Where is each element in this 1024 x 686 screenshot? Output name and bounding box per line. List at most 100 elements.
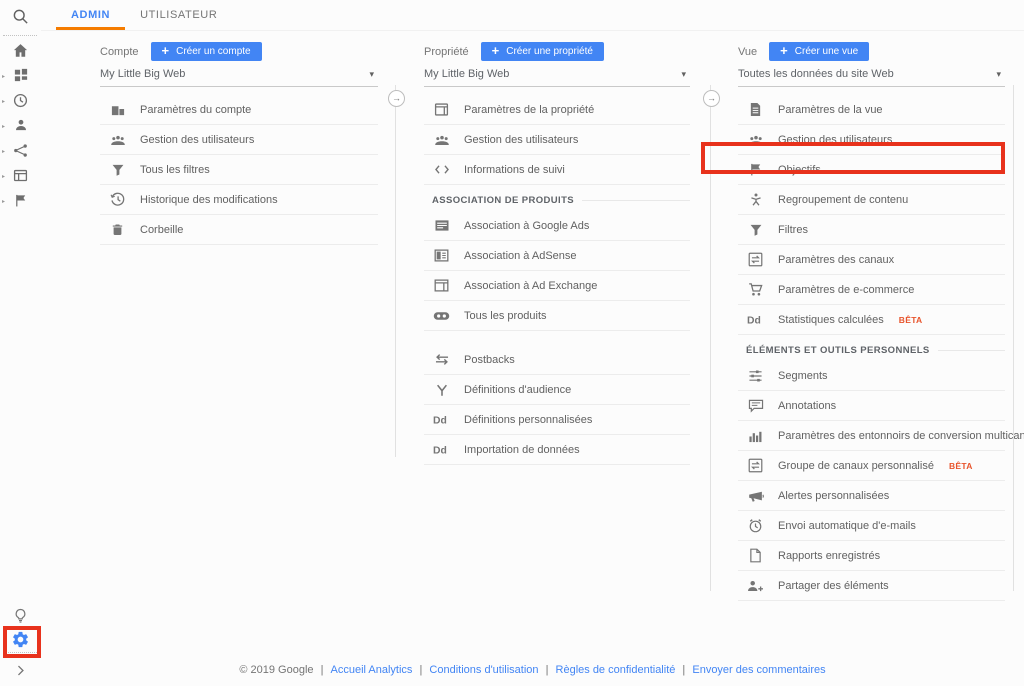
column-divider — [395, 85, 396, 457]
menu-item-parametres-des-entonnoirs-de-conversion-multicanaux[interactable]: Paramètres des entonnoirs de conversion … — [738, 421, 1005, 451]
menu-item-annotations[interactable]: Annotations — [738, 391, 1005, 421]
property-selector[interactable]: My Little Big Web ▾ — [424, 64, 690, 87]
collapse-property-column-toggle[interactable]: → — [703, 90, 720, 107]
sidebar-item-audience[interactable]: ▸ — [0, 115, 41, 140]
beta-badge: BÊTA — [949, 461, 973, 471]
expand-caret-icon: ▸ — [2, 124, 5, 130]
menu-item-segments[interactable]: Segments — [738, 361, 1005, 391]
create-account-button[interactable]: + Créer un compte — [151, 42, 262, 61]
building-icon — [108, 102, 127, 118]
menu-item-gestion-des-utilisateurs[interactable]: Gestion des utilisateurs — [424, 125, 690, 155]
contentgroup-icon — [746, 192, 765, 208]
menu-item-regroupement-de-contenu[interactable]: Regroupement de contenu — [738, 185, 1005, 215]
sidebar-nav: ▸▸▸▸▸▸ — [0, 40, 41, 215]
sidebar-item-acquisition[interactable]: ▸ — [0, 140, 41, 165]
channelbox-icon — [746, 458, 765, 474]
footer-separator: | — [675, 664, 692, 676]
menu-item-objectifs[interactable]: Objectifs — [738, 155, 1005, 185]
view-column-label: Vue — [738, 46, 757, 58]
menu-item-parametres-de-e-commerce[interactable]: Paramètres de e-commerce — [738, 275, 1005, 305]
column-scrollbar[interactable] — [1013, 85, 1014, 591]
section-heading-association-de-produits: ASSOCIATION DE PRODUITS — [424, 189, 690, 211]
footer-link-regles-de-confidentialite[interactable]: Règles de confidentialité — [556, 664, 676, 676]
menu-item-corbeille[interactable]: Corbeille — [100, 215, 378, 245]
account-column-label: Compte — [100, 46, 139, 58]
search-button[interactable] — [0, 6, 41, 32]
person-icon — [14, 118, 28, 137]
view-selector[interactable]: Toutes les données du site Web ▾ — [738, 64, 1005, 87]
funnel-icon — [108, 162, 127, 178]
menu-item-parametres-de-la-propriete[interactable]: Paramètres de la propriété — [424, 95, 690, 125]
create-view-button[interactable]: + Créer une vue — [769, 42, 869, 61]
menu-item-parametres-des-canaux[interactable]: Paramètres des canaux — [738, 245, 1005, 275]
sidebar-item-admin[interactable] — [0, 630, 41, 654]
dd-icon: Dd — [432, 412, 451, 428]
beta-badge: BÊTA — [899, 315, 923, 325]
sidebar-item-conversions[interactable]: ▸ — [0, 190, 41, 215]
sidebar-item-customization[interactable]: ▸ — [0, 65, 41, 90]
propwin-icon — [432, 102, 451, 118]
menu-item-postbacks[interactable]: Postbacks — [424, 345, 690, 375]
personplus-icon — [746, 578, 765, 594]
people-icon — [746, 132, 765, 148]
expand-caret-icon: ▸ — [2, 149, 5, 155]
sidebar-item-collapse[interactable] — [0, 661, 41, 685]
sliders-icon — [746, 368, 765, 384]
account-selector[interactable]: My Little Big Web ▾ — [100, 64, 378, 87]
doc-icon — [746, 548, 765, 564]
menu-item-association-a-google-ads[interactable]: Association à Google Ads — [424, 211, 690, 241]
dropdown-caret-icon: ▾ — [681, 69, 686, 80]
menu-item-historique-des-modifications[interactable]: Historique des modifications — [100, 185, 378, 215]
menu-item-association-a-adsense[interactable]: Association à AdSense — [424, 241, 690, 271]
menu-item-definitions-personnalisees[interactable]: DdDéfinitions personnalisées — [424, 405, 690, 435]
footer-link-conditions-d-utilisation[interactable]: Conditions d'utilisation — [429, 664, 538, 676]
footer-link-accueil-analytics[interactable]: Accueil Analytics — [331, 664, 413, 676]
bars-icon — [746, 428, 765, 444]
menu-item-association-a-ad-exchange[interactable]: Association à Ad Exchange — [424, 271, 690, 301]
google-analytics-admin-screen: ▸▸▸▸▸▸ ADMIN UTILISATEUR Compte + Créer … — [0, 0, 1024, 686]
tab-admin[interactable]: ADMIN — [56, 0, 125, 30]
svg-text:Dd: Dd — [433, 415, 447, 426]
sidebar-item-behavior[interactable]: ▸ — [0, 165, 41, 190]
menu-item-importation-de-donnees[interactable]: DdImportation de données — [424, 435, 690, 465]
menu-item-informations-de-suivi[interactable]: Informations de suivi — [424, 155, 690, 185]
swap-icon — [432, 352, 451, 368]
menu-item-tous-les-filtres[interactable]: Tous les filtres — [100, 155, 378, 185]
account-column: Compte + Créer un compte My Little Big W… — [86, 40, 378, 245]
menu-item-gestion-des-utilisateurs[interactable]: Gestion des utilisateurs — [100, 125, 378, 155]
menu-item-statistiques-calculees[interactable]: DdStatistiques calculéesBÊTA — [738, 305, 1005, 335]
search-icon — [12, 8, 29, 30]
footer-link-envoyer-des-commentaires[interactable]: Envoyer des commentaires — [692, 664, 825, 676]
sidebar-divider — [3, 35, 37, 36]
sidebar-item-realtime[interactable]: ▸ — [0, 90, 41, 115]
list-spacer — [424, 331, 690, 345]
plus-icon: + — [780, 44, 788, 57]
trash-icon — [108, 222, 127, 238]
menu-item-rapports-enregistres[interactable]: Rapports enregistrés — [738, 541, 1005, 571]
menu-item-parametres-du-compte[interactable]: Paramètres du compte — [100, 95, 378, 125]
admin-tabbar: ADMIN UTILISATEUR — [41, 0, 1024, 31]
create-property-button[interactable]: + Créer une propriété — [481, 42, 604, 61]
plus-icon: + — [492, 44, 500, 57]
menu-item-alertes-personnalisees[interactable]: Alertes personnalisées — [738, 481, 1005, 511]
adsense-icon — [432, 248, 451, 264]
channelbox-icon — [746, 252, 765, 268]
plus-icon: + — [162, 44, 170, 57]
view-column: Vue + Créer une vue Toutes les données d… — [724, 40, 1005, 601]
tab-utilisateur[interactable]: UTILISATEUR — [125, 0, 232, 30]
property-column: Propriété + Créer une propriété My Littl… — [410, 40, 690, 465]
expand-caret-icon: ▸ — [2, 199, 5, 205]
menu-item-tous-les-produits[interactable]: Tous les produits — [424, 301, 690, 331]
collapse-account-column-toggle[interactable]: → — [388, 90, 405, 107]
svg-text:Dd: Dd — [433, 445, 447, 456]
menu-item-parametres-de-la-vue[interactable]: Paramètres de la vue — [738, 95, 1005, 125]
menu-item-filtres[interactable]: Filtres — [738, 215, 1005, 245]
menu-item-partager-des-elements[interactable]: Partager des éléments — [738, 571, 1005, 601]
menu-item-envoi-automatique-d-e-mails[interactable]: Envoi automatique d'e-mails — [738, 511, 1005, 541]
bulb-icon — [13, 608, 28, 628]
sidebar-item-discover[interactable] — [0, 606, 41, 630]
menu-item-gestion-des-utilisateurs[interactable]: Gestion des utilisateurs — [738, 125, 1005, 155]
menu-item-definitions-d-audience[interactable]: Définitions d'audience — [424, 375, 690, 405]
menu-item-groupe-de-canaux-personnalise[interactable]: Groupe de canaux personnaliséBÊTA — [738, 451, 1005, 481]
sidebar-item-home[interactable] — [0, 40, 41, 65]
